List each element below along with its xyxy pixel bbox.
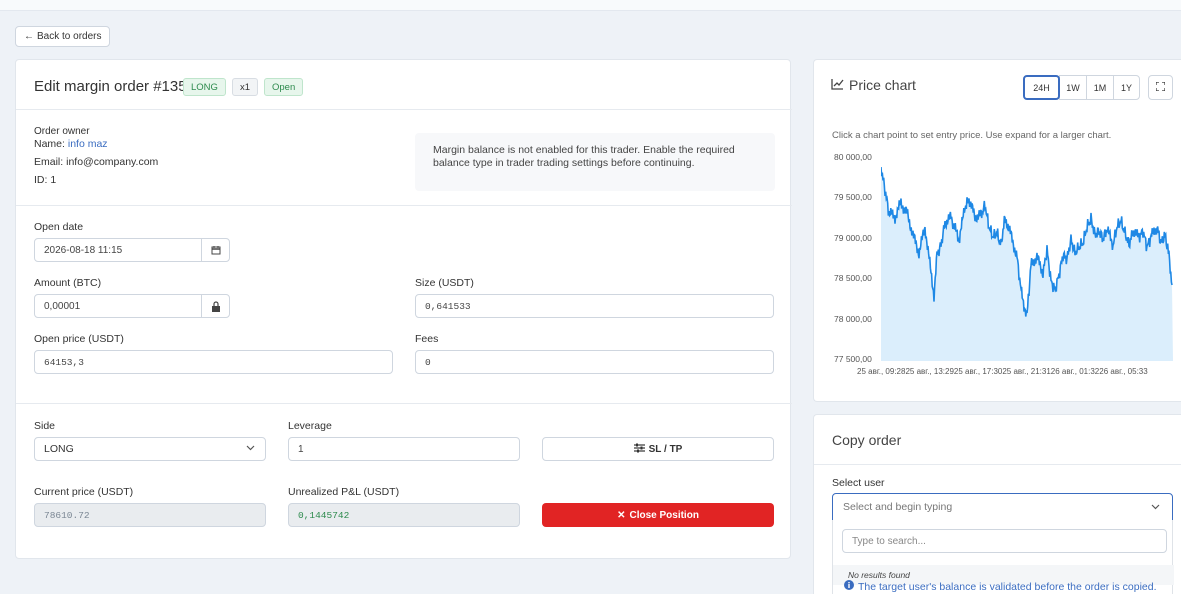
select-user-placeholder: Select and begin typing: [843, 501, 953, 513]
y-tick: 80 000,00: [834, 152, 872, 162]
select-user-dropdown[interactable]: Select and begin typing: [832, 493, 1173, 521]
y-tick: 77 500,00: [834, 354, 872, 364]
current-price-field: 78610.72: [34, 503, 266, 527]
side-select-value: LONG: [44, 443, 74, 455]
close-icon: ✕: [617, 509, 626, 521]
page-title: Edit margin order #135: [34, 78, 187, 95]
copy-info-note: The target user's balance is validated b…: [844, 580, 1157, 593]
open-price-input[interactable]: 64153,3: [34, 350, 393, 374]
size-input[interactable]: 0,641533: [415, 294, 774, 318]
sliders-icon: [633, 443, 645, 456]
close-position-button[interactable]: ✕ Close Position: [542, 503, 774, 527]
copy-info-text: The target user's balance is validated b…: [858, 580, 1157, 593]
top-bar: [0, 0, 1181, 11]
owner-name-row: Name: info maz: [34, 138, 108, 150]
info-icon: [844, 580, 854, 593]
owner-name-label: Name:: [34, 138, 65, 150]
amount-label: Amount (BTC): [34, 277, 102, 289]
user-search-input[interactable]: Type to search...: [842, 529, 1167, 553]
margin-notice: Margin balance is not enabled for this t…: [415, 133, 775, 191]
divider: [16, 403, 792, 404]
fees-input[interactable]: 0: [415, 350, 774, 374]
range-1m-button[interactable]: 1M: [1086, 75, 1114, 100]
expand-chart-button[interactable]: [1148, 75, 1173, 100]
divider: [814, 464, 1181, 465]
price-chart-card: Price chart 24H 1W 1M 1Y Click a chart p…: [813, 59, 1181, 402]
leverage-badge: x1: [232, 78, 259, 96]
current-price-label: Current price (USDT): [34, 486, 134, 498]
open-price-label: Open price (USDT): [34, 333, 124, 345]
back-to-orders-label: Back to orders: [37, 31, 102, 42]
arrow-left-icon: ←: [24, 31, 34, 42]
open-date-input[interactable]: 2026-08-18 11:15: [34, 238, 202, 262]
side-label: Side: [34, 420, 56, 432]
price-chart-title: Price chart: [849, 77, 916, 93]
fees-label: Fees: [415, 333, 439, 345]
close-position-label: Close Position: [629, 509, 699, 521]
chevron-down-icon: [246, 443, 255, 454]
price-area: [881, 167, 1173, 361]
range-1y-button[interactable]: 1Y: [1113, 75, 1140, 100]
owner-email-value: info@company.com: [66, 156, 159, 168]
y-tick: 79 500,00: [834, 192, 872, 202]
range-24h-button[interactable]: 24H: [1023, 75, 1060, 100]
divider: [16, 109, 792, 110]
copy-order-card: Copy order Select user Select and begin …: [813, 414, 1181, 594]
select-user-label: Select user: [832, 477, 885, 489]
sl-tp-label: SL / TP: [648, 443, 683, 455]
owner-email-label: Email:: [34, 156, 64, 168]
chart-hint: Click a chart point to set entry price. …: [832, 130, 1112, 141]
owner-id-value: 1: [50, 174, 57, 186]
pnl-field: 0,1445742: [288, 503, 520, 527]
expand-icon: [1155, 80, 1166, 94]
amount-input[interactable]: 0,00001: [34, 294, 202, 318]
back-to-orders-button[interactable]: ← Back to orders: [15, 26, 111, 47]
edit-order-card: Edit margin order #135 LONG x1 Open Orde…: [15, 59, 792, 559]
owner-name-link[interactable]: info maz: [68, 138, 108, 150]
leverage-input[interactable]: 1: [288, 437, 520, 461]
open-date-label: Open date: [34, 221, 84, 233]
status-badge: Open: [264, 78, 304, 96]
line-chart-icon: [831, 77, 844, 93]
size-label: Size (USDT): [415, 277, 474, 289]
range-1w-button[interactable]: 1W: [1059, 75, 1087, 100]
side-select[interactable]: LONG: [34, 437, 266, 461]
pnl-label: Unrealized P&L (USDT): [288, 486, 400, 498]
y-tick: 78 000,00: [834, 314, 872, 324]
y-tick: 79 000,00: [834, 233, 872, 243]
leverage-label: Leverage: [288, 420, 332, 432]
calendar-icon[interactable]: [201, 238, 230, 262]
price-chart-header: Price chart: [831, 77, 916, 93]
owner-heading: Order owner: [34, 126, 90, 137]
owner-id-row: ID: 1: [34, 174, 56, 186]
copy-order-title: Copy order: [832, 432, 902, 448]
price-chart-plot[interactable]: [881, 155, 1173, 361]
range-selector: 24H 1W 1M 1Y: [1023, 75, 1140, 100]
chevron-down-icon: [1151, 502, 1160, 514]
sl-tp-button[interactable]: SL / TP: [542, 437, 774, 461]
owner-email-row: Email: info@company.com: [34, 156, 158, 168]
x-axis-labels: 25 авг., 09:2825 авг., 13:2925 авг., 17:…: [857, 367, 1148, 376]
owner-id-label: ID:: [34, 174, 48, 186]
y-tick: 78 500,00: [834, 273, 872, 283]
divider: [16, 205, 792, 206]
side-badge: LONG: [183, 78, 226, 96]
lock-icon: [201, 294, 230, 318]
